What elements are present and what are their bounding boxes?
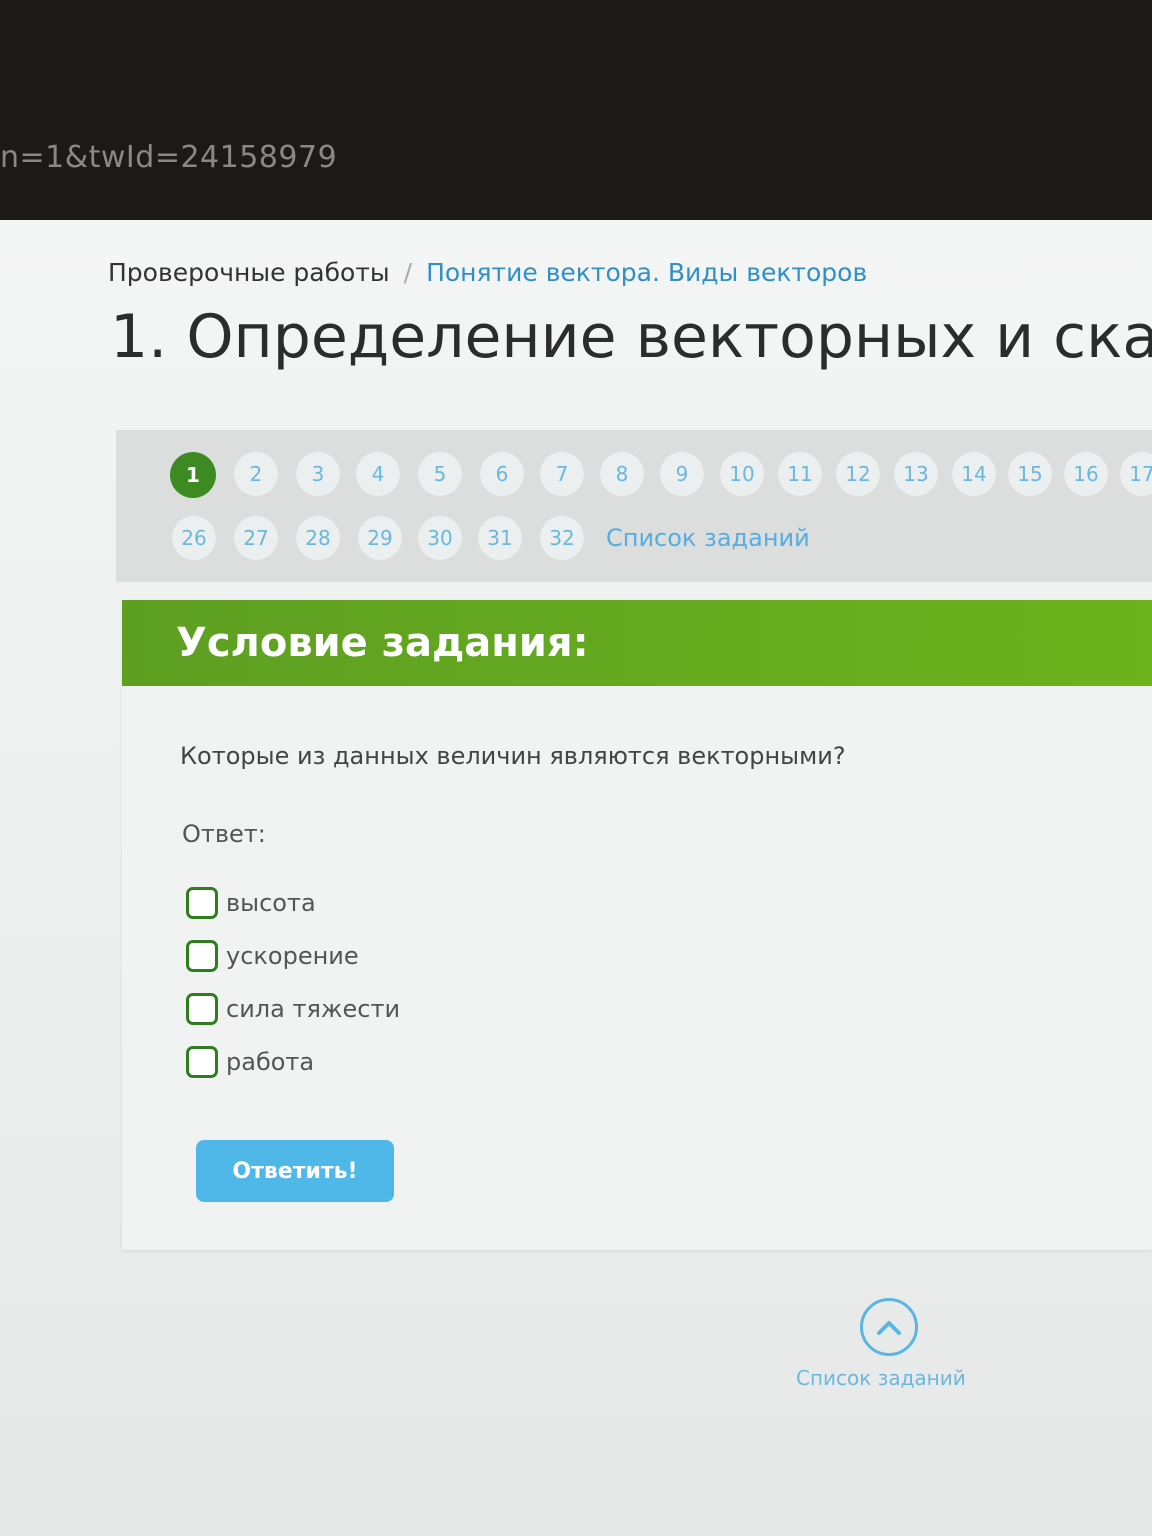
question-text: Которые из данных величин являются векто… — [180, 742, 846, 770]
bottom-task-list-link[interactable]: Список заданий — [796, 1366, 966, 1390]
option-sila-tyazhesti[interactable]: сила тяжести — [186, 982, 400, 1035]
task-number-2[interactable]: 2 — [234, 452, 278, 496]
task-number-17[interactable]: 17 — [1120, 452, 1152, 496]
option-label: ускорение — [226, 941, 359, 970]
page-title: 1. Определение векторных и скаляр — [110, 302, 1152, 372]
task-number-32[interactable]: 32 — [540, 516, 584, 560]
task-number-27[interactable]: 27 — [234, 516, 278, 560]
task-number-5[interactable]: 5 — [418, 452, 462, 496]
task-number-10[interactable]: 10 — [720, 452, 764, 496]
url-fragment: n=1&twId=24158979 — [0, 140, 338, 175]
breadcrumb-parent-link[interactable]: Проверочные работы — [108, 258, 390, 287]
task-number-4[interactable]: 4 — [356, 452, 400, 496]
task-number-3[interactable]: 3 — [296, 452, 340, 496]
option-label: высота — [226, 888, 316, 917]
task-number-9[interactable]: 9 — [660, 452, 704, 496]
breadcrumb: Проверочные работы / Понятие вектора. Виды… — [108, 258, 867, 287]
checkbox-rabota[interactable] — [186, 1045, 218, 1078]
option-uskorenie[interactable]: ускорение — [186, 929, 400, 982]
option-label: работа — [226, 1047, 315, 1076]
task-number-7[interactable]: 7 — [540, 452, 584, 496]
task-number-8[interactable]: 8 — [600, 452, 644, 496]
task-number-11[interactable]: 11 — [778, 452, 822, 496]
option-vysota[interactable]: высота — [186, 876, 400, 929]
task-number-15[interactable]: 15 — [1008, 452, 1052, 496]
breadcrumb-current-link[interactable]: Понятие вектора. Виды векторов — [426, 258, 867, 287]
task-card: Условие задания: Которые из данных велич… — [122, 600, 1152, 1250]
task-navigation: 1 2 3 4 5 6 7 8 9 10 11 12 13 14 15 16 1… — [116, 430, 1152, 582]
option-rabota[interactable]: работа — [186, 1035, 400, 1088]
task-number-31[interactable]: 31 — [478, 516, 522, 560]
task-number-16[interactable]: 16 — [1064, 452, 1108, 496]
breadcrumb-separator: / — [403, 258, 413, 287]
checkbox-sila-tyazhesti[interactable] — [186, 992, 218, 1025]
task-header: Условие задания: — [122, 600, 1152, 686]
submit-answer-button[interactable]: Ответить! — [196, 1140, 394, 1202]
scroll-top-button[interactable] — [860, 1298, 918, 1356]
task-list-link[interactable]: Список заданий — [606, 524, 810, 552]
task-number-14[interactable]: 14 — [952, 452, 996, 496]
task-number-26[interactable]: 26 — [172, 516, 216, 560]
chevron-up-icon — [877, 1321, 901, 1335]
task-number-12[interactable]: 12 — [836, 452, 880, 496]
task-number-6[interactable]: 6 — [480, 452, 524, 496]
checkbox-vysota[interactable] — [186, 886, 218, 919]
task-number-30[interactable]: 30 — [418, 516, 462, 560]
task-number-29[interactable]: 29 — [358, 516, 402, 560]
answer-options: высота ускорение сила тяжести работа — [186, 876, 400, 1088]
task-number-28[interactable]: 28 — [296, 516, 340, 560]
checkbox-uskorenie[interactable] — [186, 939, 218, 972]
monitor-bezel: n=1&twId=24158979 — [0, 0, 1152, 220]
answer-label: Ответ: — [182, 820, 266, 848]
task-number-1[interactable]: 1 — [170, 452, 216, 498]
option-label: сила тяжести — [226, 994, 401, 1023]
task-number-13[interactable]: 13 — [894, 452, 938, 496]
